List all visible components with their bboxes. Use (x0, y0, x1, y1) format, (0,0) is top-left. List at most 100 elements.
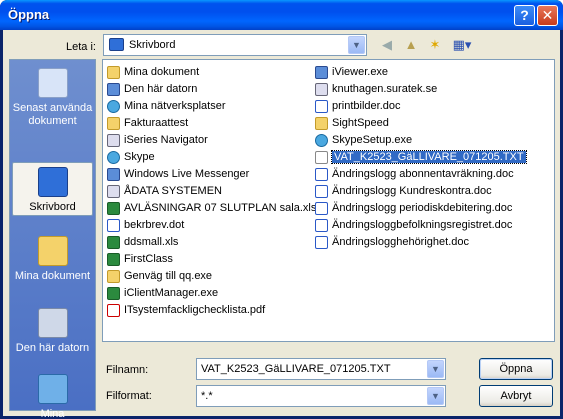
network-icon (107, 100, 120, 113)
list-item[interactable]: Genväg till qq.exe (105, 268, 316, 285)
list-item[interactable]: iViewer.exe (313, 64, 526, 81)
list-item[interactable]: FirstClass (105, 251, 316, 268)
firstclass-icon (107, 253, 120, 266)
list-item[interactable]: Ändringsloggbefolkningsregistret.doc (313, 217, 526, 234)
filename-field[interactable]: VAT_K2523_GäLLIVARE_071205.TXT ▼ (196, 358, 446, 380)
list-item[interactable]: iSeries Navigator (105, 132, 316, 149)
list-item[interactable]: bekrbrev.dot (105, 217, 316, 234)
desktop-icon (37, 167, 68, 197)
back-icon[interactable]: ◀ (378, 36, 396, 54)
file-name: SkypeSetup.exe (332, 134, 413, 146)
list-item[interactable]: Ändringslogg Kundreskontra.doc (313, 183, 526, 200)
file-name: ÅDATA SYSTEMEN (124, 185, 223, 197)
cancel-button-label: Avbryt (500, 390, 532, 402)
recent-icon (37, 68, 68, 98)
filetype-label: Filformat: (106, 390, 152, 402)
open-button[interactable]: Öppna (479, 358, 553, 380)
file-column-2: iViewer.exe knuthagen.suratek.se printbi… (313, 64, 527, 251)
list-item[interactable]: Skype (105, 149, 316, 166)
place-my-documents[interactable]: Mina dokument (12, 236, 93, 283)
folder-icon (107, 66, 120, 79)
excel-icon (107, 202, 120, 215)
file-name: knuthagen.suratek.se (332, 83, 438, 95)
file-name: Genväg till qq.exe (124, 270, 213, 282)
shortcut-icon (107, 270, 120, 283)
chevron-down-icon[interactable]: ▼ (427, 387, 444, 405)
list-item[interactable]: SkypeSetup.exe (313, 132, 526, 149)
place-recent[interactable]: Senast använda dokument (12, 68, 93, 128)
file-name: Skype (124, 151, 155, 163)
file-name: ITsystemfackligchecklista.pdf (124, 304, 266, 316)
file-name: bekrbrev.dot (124, 219, 185, 231)
lookin-combo[interactable]: Skrivbord ▼ (103, 34, 367, 56)
filetype-select[interactable]: *.* ▼ (196, 385, 446, 407)
list-item[interactable]: iClientManager.exe (105, 285, 316, 302)
filename-label: Filnamn: (106, 364, 149, 376)
app-icon (315, 66, 328, 79)
new-folder-icon[interactable]: ✶ (426, 36, 444, 54)
file-name: Ändringslogg abonnentavräkning.doc (332, 168, 514, 180)
chevron-down-icon[interactable]: ▼ (348, 36, 365, 54)
list-item[interactable]: Mina dokument (105, 64, 316, 81)
up-folder-icon[interactable]: ▲ (402, 36, 420, 54)
help-button[interactable]: ? (514, 5, 535, 26)
file-list[interactable]: Mina dokument Den här datorn Mina nätver… (102, 59, 555, 342)
open-button-label: Öppna (499, 363, 533, 375)
list-item[interactable]: ÅDATA SYSTEMEN (105, 183, 316, 200)
list-item[interactable]: AVLÄSNINGAR 07 SLUTPLAN sala.xls (105, 200, 316, 217)
place-label: Mina nätverksplatser (40, 408, 65, 419)
word-icon (107, 219, 120, 232)
filename-value: VAT_K2523_GäLLIVARE_071205.TXT (201, 363, 391, 375)
file-name: iClientManager.exe (124, 287, 219, 299)
list-item[interactable]: ddsmall.xls (105, 234, 316, 251)
pdf-icon (107, 304, 120, 317)
list-item[interactable]: Ändringslogghehörighet.doc (313, 234, 526, 251)
file-name: Ändringsloggbefolkningsregistret.doc (332, 219, 513, 231)
list-item[interactable]: Den här datorn (105, 81, 316, 98)
list-item[interactable]: SightSpeed (313, 115, 526, 132)
list-item[interactable]: ITsystemfackligchecklista.pdf (105, 302, 316, 319)
list-item[interactable]: Fakturaattest (105, 115, 316, 132)
close-icon: ✕ (541, 7, 554, 23)
views-menu-icon[interactable]: ▦▾ (450, 36, 474, 54)
list-item[interactable]: knuthagen.suratek.se (313, 81, 526, 98)
file-name: Windows Live Messenger (124, 168, 250, 180)
list-item[interactable]: Ändringslogg periodiskdebitering.doc (313, 200, 526, 217)
close-button[interactable]: ✕ (537, 5, 558, 26)
file-name: iSeries Navigator (124, 134, 208, 146)
my-documents-icon (37, 236, 68, 266)
shortcut-icon (315, 83, 328, 96)
file-name: AVLÄSNINGAR 07 SLUTPLAN sala.xls (124, 202, 317, 214)
cancel-button[interactable]: Avbryt (479, 385, 553, 407)
place-desktop[interactable]: Skrivbord (12, 162, 93, 216)
file-name: SightSpeed (332, 117, 389, 129)
file-name: Mina dokument (124, 66, 200, 78)
file-column-1: Mina dokument Den här datorn Mina nätver… (105, 64, 316, 319)
file-name: printbilder.doc (332, 100, 401, 112)
open-dialog: Öppna ? ✕ Leta i: Skrivbord ▼ ◀ ▲ ✶ ▦▾ S… (0, 0, 563, 419)
file-name: Ändringslogg Kundreskontra.doc (332, 185, 492, 197)
desktop-folder-icon (109, 38, 124, 51)
file-name: Ändringslogghehörighet.doc (332, 236, 469, 248)
place-my-computer[interactable]: Den här datorn (12, 308, 93, 355)
place-network[interactable]: Mina nätverksplatser (12, 374, 93, 419)
lookin-value: Skrivbord (129, 39, 176, 51)
file-name: FirstClass (124, 253, 173, 265)
window-title: Öppna (8, 7, 50, 22)
chevron-down-icon[interactable]: ▼ (427, 360, 444, 378)
place-label: Den här datorn (15, 342, 90, 354)
messenger-icon (107, 168, 120, 181)
dialog-body: Leta i: Skrivbord ▼ ◀ ▲ ✶ ▦▾ Senast anvä… (3, 30, 560, 419)
file-name: iViewer.exe (332, 66, 389, 78)
list-item[interactable]: printbilder.doc (313, 98, 526, 115)
file-name: Den här datorn (124, 83, 198, 95)
list-item[interactable]: Windows Live Messenger (105, 166, 316, 183)
word-icon (315, 185, 328, 198)
list-item[interactable]: Mina nätverksplatser (105, 98, 316, 115)
my-computer-icon (37, 308, 68, 338)
list-item[interactable]: Ändringslogg abonnentavräkning.doc (313, 166, 526, 183)
place-label: Skrivbord (29, 201, 76, 213)
filetype-value: *.* (201, 390, 213, 402)
title-bar[interactable]: Öppna ? ✕ (0, 0, 563, 30)
list-item-selected[interactable]: VAT_K2523_GäLLIVARE_071205.TXT (313, 149, 527, 166)
